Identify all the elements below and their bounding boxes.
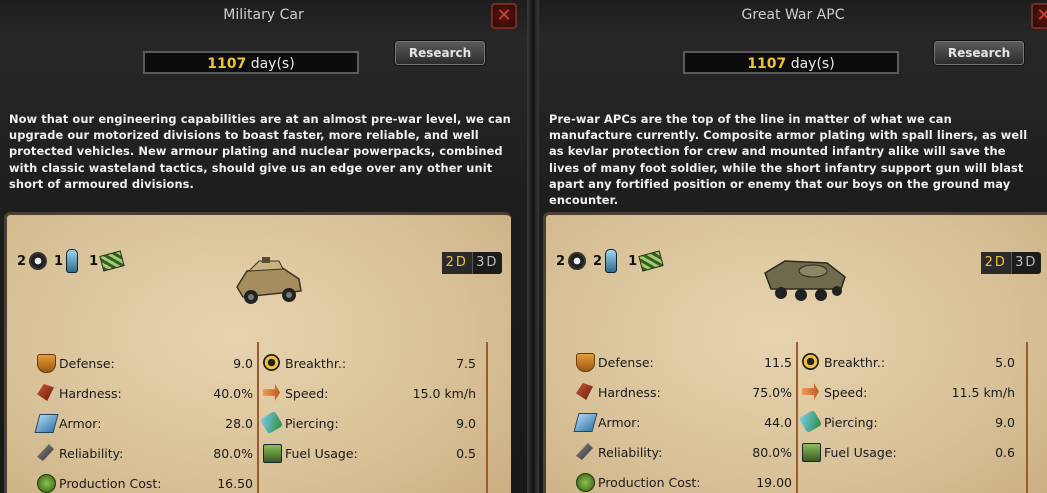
stat-piercing: Piercing: 9.0 — [798, 409, 1015, 434]
bomb-icon — [605, 249, 618, 273]
days-unit: day(s) — [250, 56, 295, 72]
armor-icon — [34, 414, 59, 433]
stat-defense: Defense: 9.0 — [37, 353, 253, 373]
toggle-3d-button[interactable]: 3D — [1012, 252, 1042, 274]
stat-armor: Armor: 44.0 — [573, 412, 792, 432]
stat-reliability: Reliability: 80.0% — [37, 443, 253, 463]
stat-armor: Armor: 28.0 — [34, 413, 253, 433]
wrench-icon — [37, 444, 54, 461]
close-button[interactable]: ✕ — [491, 3, 517, 29]
close-icon: ✕ — [496, 5, 512, 26]
stat-hardness: Hardness: 40.0% — [37, 383, 253, 403]
days-unit: day(s) — [790, 56, 835, 72]
money-icon — [638, 250, 664, 272]
gear-icon — [29, 252, 48, 270]
panel-title: Military Car — [223, 7, 304, 23]
shield-icon — [576, 353, 595, 372]
shield-icon — [37, 354, 56, 373]
fuel-icon — [263, 444, 282, 463]
view-toggle: 2D 3D — [442, 252, 502, 274]
piercing-icon — [798, 409, 823, 434]
speed-icon — [802, 383, 819, 400]
toggle-3d-button[interactable]: 3D — [473, 252, 503, 274]
research-button[interactable]: Research — [395, 41, 485, 65]
stats-card: 2 2 1 2D 3D Defense: 11.5 Hardness: 75.0% … — [543, 212, 1047, 493]
panel-divider — [527, 0, 539, 493]
stat-defense: Defense: 11.5 — [576, 352, 792, 372]
hardness-icon — [37, 384, 54, 401]
description: Pre-war APCs are the top of the line in … — [549, 112, 1028, 208]
stat-fuel-usage: Fuel Usage: 0.6 — [802, 442, 1015, 462]
close-icon: ✕ — [1036, 5, 1047, 26]
gear-count: 2 — [556, 253, 566, 269]
research-days: 1107 day(s) — [683, 51, 899, 74]
column-divider — [486, 342, 488, 493]
great-war-apc-image — [764, 260, 846, 301]
breakthrough-icon — [263, 354, 280, 371]
stats-card: 2 1 1 2D 3D Defense: 9.0 Hardness: 40.0% A… — [4, 212, 511, 493]
view-toggle: 2D 3D — [981, 252, 1041, 274]
money-count: 1 — [89, 253, 99, 269]
panel-title: Great War APC — [741, 7, 845, 23]
tech-panel-military-car: Military Car ✕ Research 1107 day(s) Now … — [0, 0, 527, 493]
days-value: 1107 — [207, 56, 247, 72]
production-cost-icon — [576, 473, 595, 492]
hardness-icon — [576, 383, 593, 400]
research-button[interactable]: Research — [934, 41, 1024, 65]
resource-requirements: 2 2 1 — [556, 249, 664, 273]
bomb-count: 1 — [54, 253, 64, 269]
stat-fuel-usage: Fuel Usage: 0.5 — [263, 443, 476, 463]
piercing-icon — [259, 410, 284, 435]
stat-production-cost: Production Cost: 19.00 — [576, 472, 792, 492]
research-days: 1107 day(s) — [143, 51, 359, 74]
close-button[interactable]: ✕ — [1031, 3, 1047, 29]
money-icon — [99, 250, 125, 272]
toggle-2d-button[interactable]: 2D — [442, 252, 473, 274]
stat-breakthrough: Breakthr.: 5.0 — [802, 352, 1015, 372]
description: Now that our engineering capabilities ar… — [9, 112, 511, 191]
production-cost-icon — [37, 474, 56, 493]
stat-reliability: Reliability: 80.0% — [576, 442, 792, 462]
stat-breakthrough: Breakthr.: 7.5 — [263, 353, 476, 373]
bomb-icon — [66, 249, 79, 273]
speed-icon — [263, 384, 280, 401]
column-divider — [257, 342, 259, 493]
gear-icon — [568, 252, 587, 270]
column-divider — [796, 342, 798, 493]
stat-hardness: Hardness: 75.0% — [576, 382, 792, 402]
column-divider — [1026, 342, 1028, 493]
gear-count: 2 — [17, 253, 27, 269]
days-value: 1107 — [747, 56, 787, 72]
money-count: 1 — [628, 253, 638, 269]
stat-piercing: Piercing: 9.0 — [259, 410, 476, 435]
toggle-2d-button[interactable]: 2D — [981, 252, 1012, 274]
breakthrough-icon — [802, 353, 819, 370]
stat-speed: Speed: 15.0 km/h — [263, 383, 476, 403]
wrench-icon — [576, 443, 593, 460]
fuel-icon — [802, 443, 821, 462]
resource-requirements: 2 1 1 — [17, 249, 125, 273]
armor-icon — [573, 413, 598, 432]
stat-production-cost: Production Cost: 16.50 — [37, 473, 253, 493]
bomb-count: 2 — [593, 253, 603, 269]
military-car-image — [236, 257, 302, 304]
tech-panel-great-war-apc: Great War APC ✕ Research 1107 day(s) Pre… — [539, 0, 1047, 493]
stat-speed: Speed: 11.5 km/h — [802, 382, 1015, 402]
